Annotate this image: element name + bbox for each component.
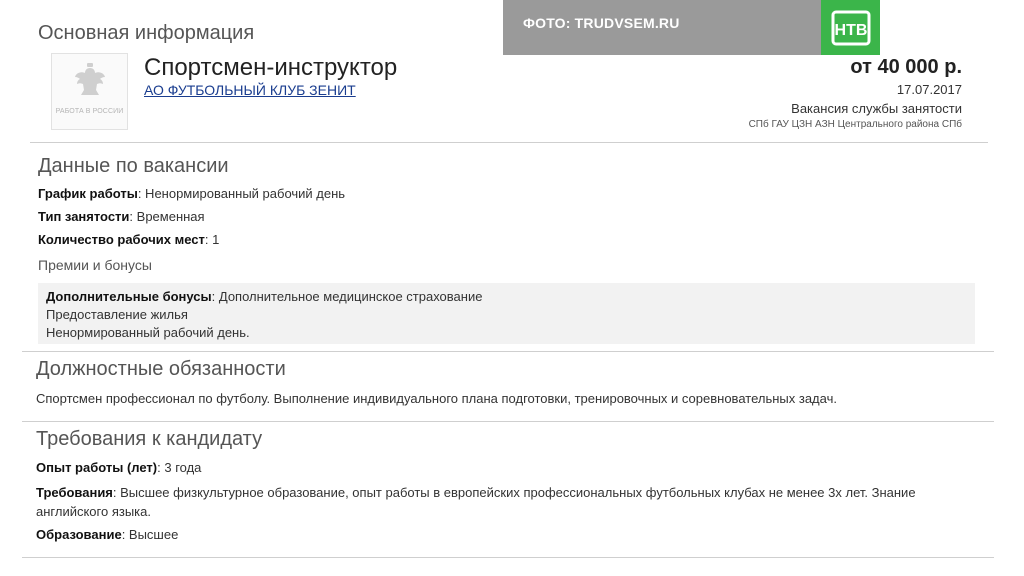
requirements-heading: Требования к кандидату (36, 428, 263, 450)
posting-date: 17.07.2017 (896, 82, 962, 97)
ntv-logo-icon: НТВ (821, 0, 880, 55)
employment-value: : Временная (129, 209, 205, 224)
education-value: : Высшее (121, 527, 179, 542)
company-link[interactable]: АО ФУТБОЛЬНЫЙ КЛУБ ЗЕНИТ (144, 82, 356, 98)
education-field: Образование: Высшее (36, 527, 178, 542)
divider (22, 557, 994, 558)
experience-label: Опыт работы (лет) (36, 460, 158, 475)
bonus-line-1: Дополнительные бонусы: Дополнительное ме… (46, 288, 975, 306)
employment-label: Тип занятости (38, 209, 130, 224)
bonus-line-2: Предоставление жилья (46, 307, 188, 322)
schedule-value: : Ненормированный рабочий день (137, 186, 346, 201)
salary: от 40 000 р. (850, 56, 962, 78)
positions-label: Количество рабочих мест (38, 232, 205, 247)
vacancy-source: Вакансия службы занятости (791, 101, 962, 116)
svg-text:НТВ: НТВ (834, 22, 867, 39)
schedule-label: График работы (38, 186, 138, 201)
experience-value: : 3 года (157, 460, 202, 475)
agency-name: СПб ГАУ ЦЗН АЗН Центрального района СПб (748, 119, 962, 130)
employer-logo: РАБОТА В РОССИИ (51, 53, 128, 130)
ntv-logo-graphic: НТВ (831, 10, 870, 45)
vacancy-data-heading: Данные по вакансии (38, 155, 229, 177)
photo-credit-text: ФОТО: TRUDVSEM.RU (523, 15, 680, 31)
requirements-field: Требования: Высшее физкультурное образов… (36, 483, 986, 521)
experience-field: Опыт работы (лет): 3 года (36, 460, 201, 475)
job-title: Спортсмен-инструктор (144, 54, 398, 81)
bonus-label: Дополнительные бонусы (46, 289, 212, 304)
bonuses-box: Дополнительные бонусы: Дополнительное ме… (38, 283, 975, 344)
positions-field: Количество рабочих мест: 1 (38, 232, 219, 247)
logo-caption: РАБОТА В РОССИИ (55, 108, 124, 115)
divider (30, 142, 988, 143)
education-label: Образование (36, 527, 122, 542)
schedule-field: График работы: Ненормированный рабочий д… (38, 186, 345, 201)
positions-value: : 1 (204, 232, 220, 247)
divider (22, 351, 994, 352)
photo-credit-banner: ФОТО: TRUDVSEM.RU (503, 0, 821, 55)
divider (22, 421, 994, 422)
bonuses-heading: Премии и бонусы (38, 257, 152, 273)
bonus-line-3: Ненормированный рабочий день. (46, 325, 250, 340)
basic-info-heading: Основная информация (38, 22, 255, 44)
bonus-value: : Дополнительное медицинское страхование (211, 289, 483, 304)
requirements-value: : Высшее физкультурное образование, опыт… (36, 485, 916, 519)
duties-text: Спортсмен профессионал по футболу. Выпол… (36, 391, 837, 406)
coat-of-arms-icon (74, 63, 105, 95)
duties-heading: Должностные обязанности (36, 358, 286, 380)
requirements-label: Требования (36, 485, 113, 500)
employment-field: Тип занятости: Временная (38, 209, 205, 224)
